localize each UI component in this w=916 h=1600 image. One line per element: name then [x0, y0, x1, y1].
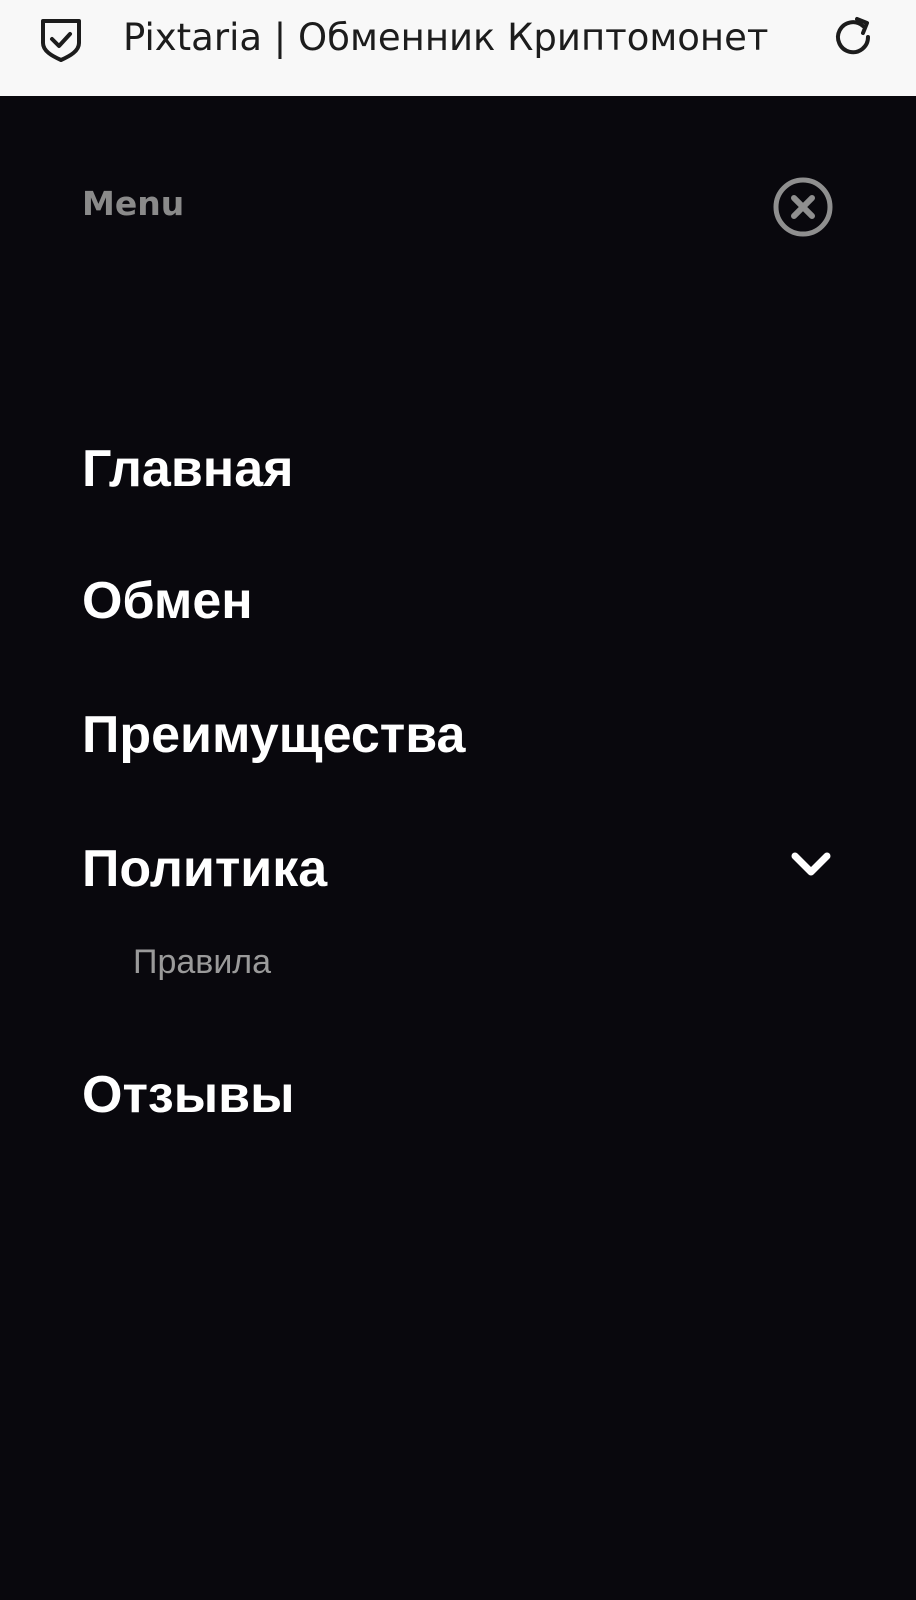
page-title: Pixtaria | Обменник Криптомонет	[123, 16, 769, 59]
nav-item-reviews[interactable]: Отзывы	[82, 1064, 295, 1126]
menu-heading: Menu	[82, 184, 185, 223]
chevron-down-icon[interactable]	[789, 848, 833, 880]
nav-item-advantages[interactable]: Преимущества	[82, 704, 465, 766]
nav-item-home[interactable]: Главная	[82, 438, 293, 500]
nav-subitem-rules[interactable]: Правила	[133, 940, 271, 984]
reload-icon[interactable]	[830, 14, 876, 60]
nav-item-exchange[interactable]: Обмен	[82, 570, 253, 632]
close-circle-icon[interactable]	[772, 176, 834, 238]
side-menu: Menu Главная Обмен Преимущества Политика…	[0, 96, 916, 1600]
browser-top-bar: Pixtaria | Обменник Криптомонет	[0, 0, 916, 96]
shield-check-icon[interactable]	[38, 16, 84, 62]
nav-item-policy[interactable]: Политика	[82, 838, 327, 900]
